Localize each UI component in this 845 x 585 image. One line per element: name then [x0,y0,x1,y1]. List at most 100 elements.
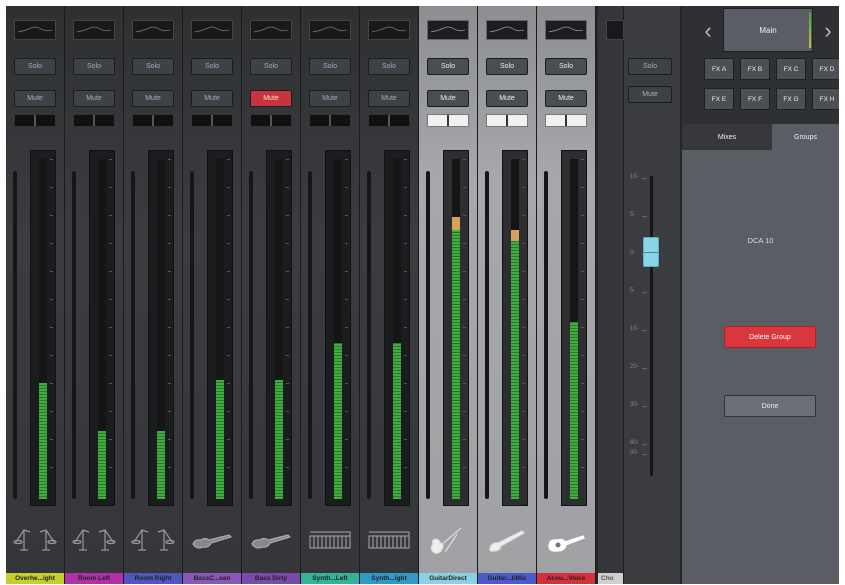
eq-thumbnail[interactable] [606,20,624,40]
fader-track[interactable] [249,171,253,499]
fx-button[interactable]: FX F [740,88,770,110]
fx-button[interactable]: FX G [776,88,806,110]
eq-thumbnail[interactable] [14,20,56,40]
channel-strip[interactable]: Solo Mute Guitar...bMic [478,6,537,584]
fx-button[interactable]: FX D [812,58,839,80]
mute-button[interactable]: Mute [486,90,528,107]
solo-button[interactable]: Solo [132,58,174,75]
eq-thumbnail[interactable] [73,20,115,40]
eq-thumbnail[interactable] [309,20,351,40]
mute-button[interactable]: Mute [368,90,410,107]
channel-strip[interactable]: Solo Mute Room Left [65,6,124,584]
tab-groups[interactable]: Groups [772,124,839,150]
mute-button[interactable]: Mute [545,90,587,107]
pan-control[interactable] [191,114,233,127]
fader-scale-label: 5- [630,288,649,294]
meter-fill [393,342,401,499]
eq-thumbnail[interactable] [486,20,528,40]
chevron-left-icon[interactable]: ‹ [698,14,718,48]
master-solo-button[interactable]: Solo [628,58,672,75]
fader-track[interactable] [367,171,371,499]
meter-tick [227,327,230,328]
mute-button[interactable]: Mute [309,90,351,107]
fader-scale-label: 00- [630,450,647,456]
tab-mixes[interactable]: Mixes [682,124,772,150]
meter-tick [345,327,348,328]
solo-button[interactable]: Solo [427,58,469,75]
fader-scale-label: 10- [630,326,647,332]
delete-group-button[interactable]: Delete Group [724,326,816,348]
fader-track[interactable] [131,171,135,499]
eq-thumbnail[interactable] [132,20,174,40]
level-meter [502,150,528,506]
master-fader-handle[interactable] [643,237,659,267]
meter-tick [168,243,171,244]
solo-button[interactable]: Solo [14,58,56,75]
pan-control[interactable] [73,114,115,127]
eq-thumbnail[interactable] [545,20,587,40]
solo-button[interactable]: Solo [191,58,233,75]
channel-strip[interactable]: Solo Mute Acou...Voice [537,6,596,584]
master-mute-button[interactable]: Mute [628,86,672,103]
meter-fill [157,431,165,499]
pan-control[interactable] [427,114,469,127]
fader-track[interactable] [190,171,194,499]
fx-button[interactable]: FX B [740,58,770,80]
channel-strip-partial[interactable]: Cho [598,6,624,584]
fader-track[interactable] [485,171,489,499]
meter-tick [581,243,584,244]
channel-strip[interactable]: Solo Mute Bass Dirty [242,6,301,584]
chevron-right-icon[interactable]: › [818,14,838,48]
channel-strip[interactable]: Solo Mute GuitarDirect [419,6,478,584]
mute-button[interactable]: Mute [14,90,56,107]
fx-button[interactable]: FX H [812,88,839,110]
fader-track[interactable] [544,171,548,499]
pan-control[interactable] [250,114,292,127]
channel-strip[interactable]: Solo Mute Synth...Left [301,6,360,584]
eq-thumbnail[interactable] [250,20,292,40]
fx-button[interactable]: FX C [776,58,806,80]
pan-control[interactable] [368,114,410,127]
main-mix-button[interactable]: Main [723,8,813,52]
channel-name: Room Left [65,573,123,584]
eq-thumbnail[interactable] [427,20,469,40]
solo-button[interactable]: Solo [250,58,292,75]
meter-tick [345,187,348,188]
solo-button[interactable]: Solo [368,58,410,75]
meter-tick [345,467,348,468]
solo-button[interactable]: Solo [486,58,528,75]
mute-button[interactable]: Mute [73,90,115,107]
solo-button[interactable]: Solo [73,58,115,75]
solo-button[interactable]: Solo [545,58,587,75]
meter-tick [168,411,171,412]
meter-scale [345,159,350,499]
channel-strip[interactable]: Solo Mute Synth...ight [360,6,419,584]
channel-strip[interactable]: Solo Mute BassC...ean [183,6,242,584]
mute-button[interactable]: Mute [191,90,233,107]
channel-name: Bass Dirty [242,573,300,584]
pan-control[interactable] [545,114,587,127]
fader-track[interactable] [13,171,17,499]
mute-button[interactable]: Mute [132,90,174,107]
fx-button[interactable]: FX A [704,58,734,80]
fader-track[interactable] [72,171,76,499]
mute-button[interactable]: Mute [427,90,469,107]
pan-control[interactable] [309,114,351,127]
fader-track[interactable] [426,171,430,499]
fader-track[interactable] [308,171,312,499]
done-button[interactable]: Done [724,395,816,417]
meter-tick [168,355,171,356]
mute-button[interactable]: Mute [250,90,292,107]
channel-strip[interactable]: Solo Mute Overhe...ight [6,6,65,584]
pan-control[interactable] [486,114,528,127]
meter-tick [168,439,171,440]
channel-strip[interactable]: Solo Mute Room Right [124,6,183,584]
eq-thumbnail[interactable] [191,20,233,40]
fx-button[interactable]: FX E [704,88,734,110]
eq-thumbnail[interactable] [368,20,410,40]
meter-tick [109,215,112,216]
pan-control[interactable] [132,114,174,127]
pan-control[interactable] [14,114,56,127]
meter-tick [109,243,112,244]
solo-button[interactable]: Solo [309,58,351,75]
